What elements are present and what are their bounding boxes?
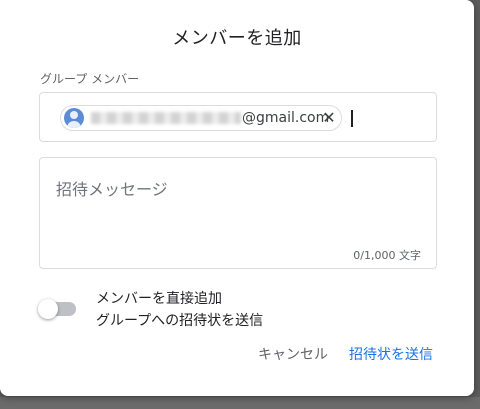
text-cursor xyxy=(351,110,353,127)
close-icon[interactable]: ✕ xyxy=(320,108,338,128)
add-members-dialog: メンバーを追加 グループ メンバー @gmail.com ✕ 招待メッセージ 0… xyxy=(0,0,474,396)
direct-add-toggle[interactable] xyxy=(38,299,78,319)
invitation-message-field[interactable]: 招待メッセージ 0/1,000 文字 xyxy=(39,157,437,269)
person-avatar-icon xyxy=(64,108,84,128)
backdrop xyxy=(0,397,480,409)
redacted-email-name xyxy=(91,112,241,124)
direct-add-title: メンバーを直接追加 xyxy=(96,291,222,307)
group-members-input[interactable]: @gmail.com ✕ xyxy=(39,92,437,142)
send-invitation-button[interactable]: 招待状を送信 xyxy=(349,343,433,367)
member-email-domain: @gmail.com xyxy=(242,110,330,126)
dialog-title: メンバーを追加 xyxy=(172,28,302,49)
group-members-label: グループ メンバー xyxy=(40,72,140,86)
member-chip[interactable]: @gmail.com ✕ xyxy=(60,105,342,131)
direct-add-subtitle: グループへの招待状を送信 xyxy=(96,313,264,329)
character-counter: 0/1,000 文字 xyxy=(353,249,421,262)
message-placeholder: 招待メッセージ xyxy=(56,180,168,199)
toggle-thumb xyxy=(38,299,58,319)
cancel-button[interactable]: キャンセル xyxy=(258,343,328,367)
